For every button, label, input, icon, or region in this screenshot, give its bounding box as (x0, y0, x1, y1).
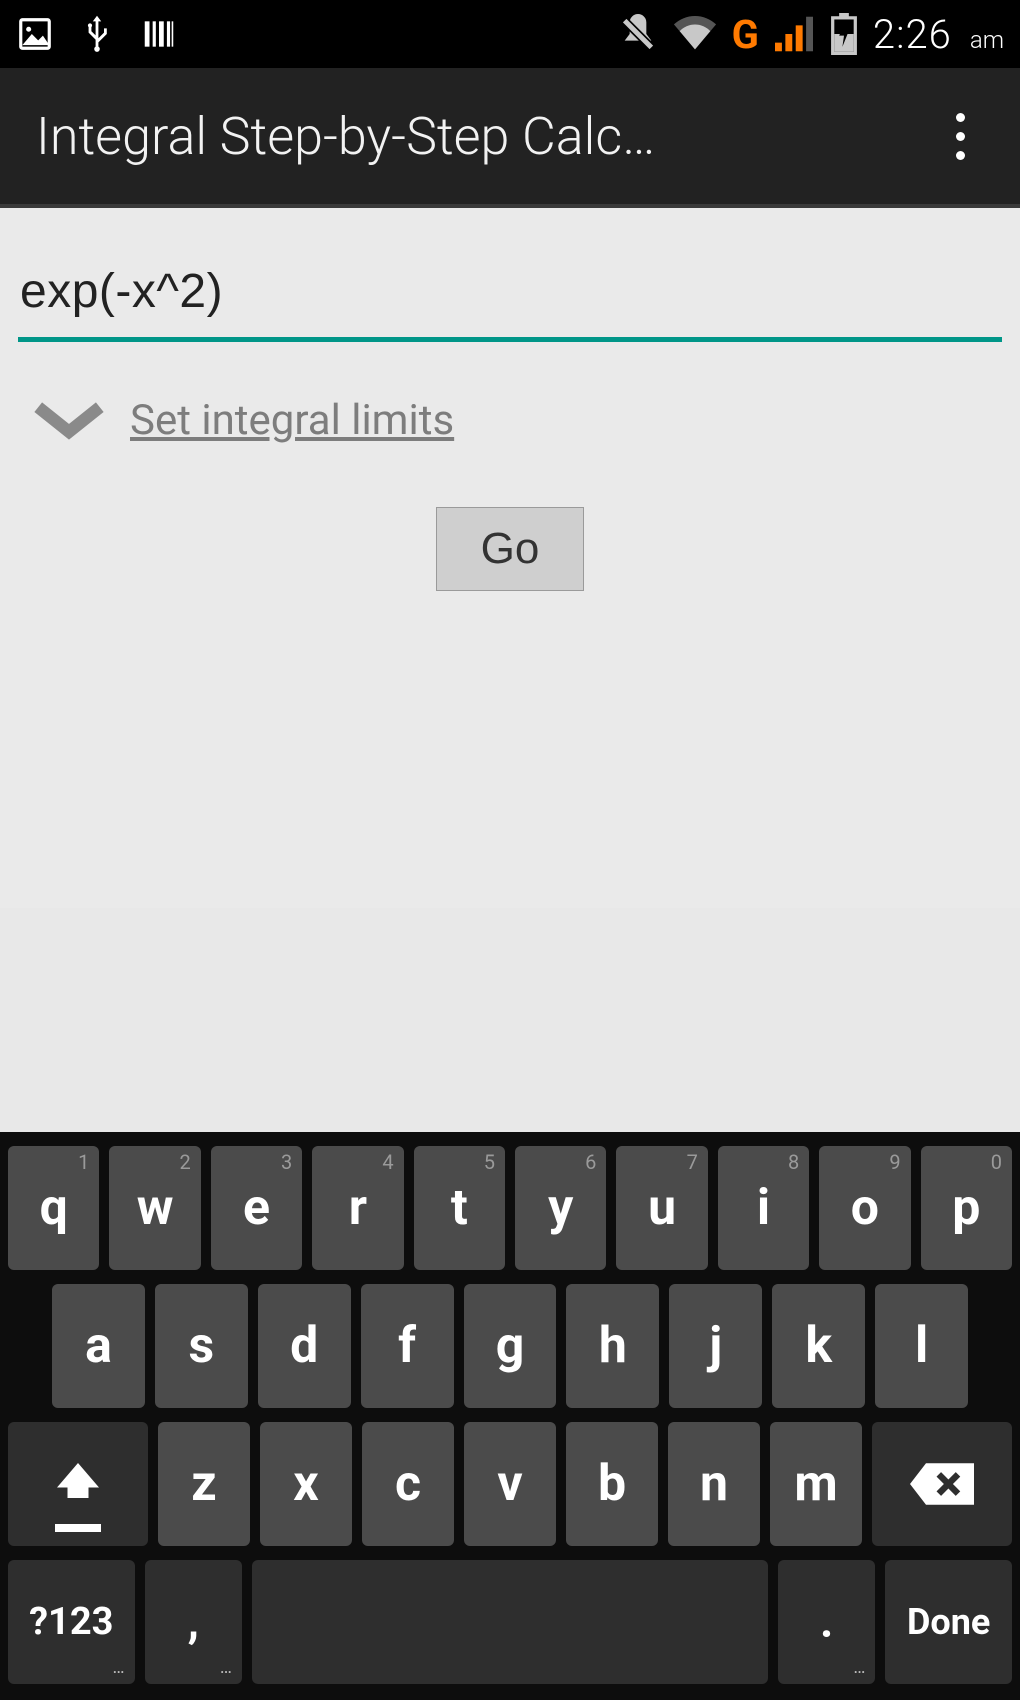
network-type-label: G (732, 11, 759, 58)
key-a[interactable]: a (52, 1284, 145, 1408)
key-p[interactable]: 0p (921, 1146, 1012, 1270)
battery-charging-icon (829, 13, 859, 55)
key-u[interactable]: 7u (616, 1146, 707, 1270)
mute-icon (618, 14, 658, 54)
key-b[interactable]: b (566, 1422, 658, 1546)
key-e[interactable]: 3e (211, 1146, 302, 1270)
key-k[interactable]: k (772, 1284, 865, 1408)
key-l[interactable]: l (875, 1284, 968, 1408)
key-t[interactable]: 5t (414, 1146, 505, 1270)
set-limits-label: Set integral limits (130, 396, 454, 445)
key-f[interactable]: f (361, 1284, 454, 1408)
overflow-menu-button[interactable] (928, 68, 992, 204)
key-c[interactable]: c (362, 1422, 454, 1546)
key-x[interactable]: x (260, 1422, 352, 1546)
action-bar: Integral Step-by-Step Calc… (0, 68, 1020, 208)
key-n[interactable]: n (668, 1422, 760, 1546)
status-ampm: am (970, 26, 1004, 58)
content-area: Set integral limits Go (0, 208, 1020, 908)
wifi-icon (672, 14, 718, 54)
usb-icon (80, 13, 114, 55)
symbols-key[interactable]: ?123… (8, 1560, 135, 1684)
status-clock: 2:26 (873, 11, 952, 58)
done-key[interactable]: Done (885, 1560, 1012, 1684)
signal-icon (773, 15, 815, 53)
shift-key[interactable] (8, 1422, 148, 1546)
key-z[interactable]: z (158, 1422, 250, 1546)
period-key[interactable]: .… (778, 1560, 875, 1684)
key-h[interactable]: h (566, 1284, 659, 1408)
key-g[interactable]: g (464, 1284, 557, 1408)
space-key[interactable] (252, 1560, 768, 1684)
key-r[interactable]: 4r (312, 1146, 403, 1270)
chevron-down-icon (32, 401, 106, 441)
key-j[interactable]: j (669, 1284, 762, 1408)
key-q[interactable]: 1q (8, 1146, 99, 1270)
key-v[interactable]: v (464, 1422, 556, 1546)
backspace-key[interactable] (872, 1422, 1012, 1546)
comma-key[interactable]: ,… (145, 1560, 242, 1684)
soft-keyboard: 1q2w3e4r5t6y7u8i9o0p asdfghjkl zxcvbnm ?… (0, 1132, 1020, 1700)
key-d[interactable]: d (258, 1284, 351, 1408)
set-limits-toggle[interactable]: Set integral limits (32, 396, 1002, 445)
key-w[interactable]: 2w (109, 1146, 200, 1270)
image-notification-icon (16, 15, 54, 53)
key-i[interactable]: 8i (718, 1146, 809, 1270)
key-s[interactable]: s (155, 1284, 248, 1408)
expression-input[interactable] (18, 254, 1002, 342)
key-o[interactable]: 9o (819, 1146, 910, 1270)
more-vert-icon (956, 113, 965, 160)
status-bar: G 2:26 am (0, 0, 1020, 68)
key-m[interactable]: m (770, 1422, 862, 1546)
go-button[interactable]: Go (436, 507, 585, 591)
barcode-icon (140, 15, 178, 53)
app-title: Integral Step-by-Step Calc… (36, 106, 928, 167)
key-y[interactable]: 6y (515, 1146, 606, 1270)
